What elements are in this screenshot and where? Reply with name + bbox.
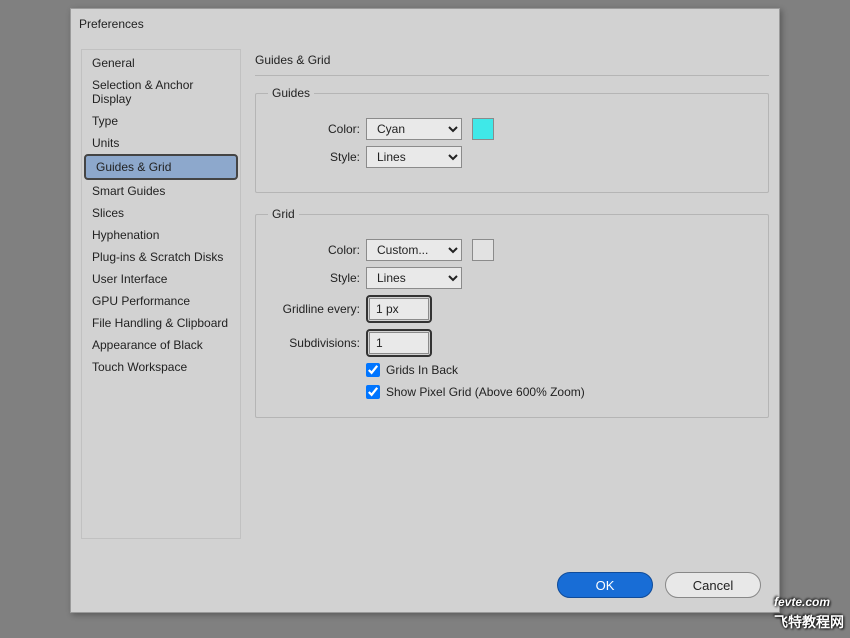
guides-color-swatch[interactable] — [472, 118, 494, 140]
grid-fieldset: Grid Color: Custom... Style: Lines Gridl… — [255, 207, 769, 418]
grid-color-select[interactable]: Custom... — [366, 239, 462, 261]
gridline-every-row: Gridline every: — [268, 295, 756, 323]
show-pixel-grid-label: Show Pixel Grid (Above 600% Zoom) — [386, 385, 585, 399]
gridline-every-highlight — [366, 295, 432, 323]
cancel-button[interactable]: Cancel — [665, 572, 761, 598]
sidebar-item-units[interactable]: Units — [82, 132, 240, 154]
sidebar-item-selection-anchor[interactable]: Selection & Anchor Display — [82, 74, 240, 110]
sidebar-item-slices[interactable]: Slices — [82, 202, 240, 224]
guides-fieldset: Guides Color: Cyan Style: Lines — [255, 86, 769, 193]
category-sidebar: General Selection & Anchor Display Type … — [81, 49, 241, 539]
sidebar-item-type[interactable]: Type — [82, 110, 240, 132]
subdivisions-input[interactable] — [369, 332, 429, 354]
grids-in-back-checkbox[interactable] — [366, 363, 380, 377]
grid-color-swatch[interactable] — [472, 239, 494, 261]
guides-color-select[interactable]: Cyan — [366, 118, 462, 140]
sidebar-item-gpu-performance[interactable]: GPU Performance — [82, 290, 240, 312]
sidebar-item-touch-workspace[interactable]: Touch Workspace — [82, 356, 240, 378]
guides-style-select[interactable]: Lines — [366, 146, 462, 168]
subdivisions-label: Subdivisions: — [268, 336, 360, 350]
subdivisions-row: Subdivisions: — [268, 329, 756, 357]
panel-title: Guides & Grid — [255, 49, 769, 76]
watermark-bottom: 飞特教程网 — [774, 612, 844, 632]
sidebar-item-plugins-scratch[interactable]: Plug-ins & Scratch Disks — [82, 246, 240, 268]
grids-in-back-row: Grids In Back — [366, 363, 756, 377]
dialog-footer: OK Cancel — [557, 572, 761, 598]
grid-color-label: Color: — [268, 243, 360, 257]
grid-style-label: Style: — [268, 271, 360, 285]
watermark-top: fevte.com — [774, 595, 830, 609]
grid-color-row: Color: Custom... — [268, 239, 756, 261]
ok-button[interactable]: OK — [557, 572, 653, 598]
sidebar-item-appearance-black[interactable]: Appearance of Black — [82, 334, 240, 356]
dialog-content: General Selection & Anchor Display Type … — [71, 39, 779, 539]
show-pixel-grid-row: Show Pixel Grid (Above 600% Zoom) — [366, 385, 756, 399]
guides-color-row: Color: Cyan — [268, 118, 756, 140]
show-pixel-grid-checkbox[interactable] — [366, 385, 380, 399]
guides-style-row: Style: Lines — [268, 146, 756, 168]
grid-style-row: Style: Lines — [268, 267, 756, 289]
sidebar-item-hyphenation[interactable]: Hyphenation — [82, 224, 240, 246]
watermark: fevte.com 飞特教程网 — [774, 586, 844, 632]
guides-style-label: Style: — [268, 150, 360, 164]
sidebar-item-general[interactable]: General — [82, 52, 240, 74]
guides-color-label: Color: — [268, 122, 360, 136]
grid-legend: Grid — [268, 207, 299, 221]
subdivisions-highlight — [366, 329, 432, 357]
dialog-title: Preferences — [71, 9, 779, 39]
sidebar-item-guides-grid[interactable]: Guides & Grid — [84, 154, 238, 180]
preferences-dialog: Preferences General Selection & Anchor D… — [70, 8, 780, 613]
sidebar-item-smart-guides[interactable]: Smart Guides — [82, 180, 240, 202]
guides-legend: Guides — [268, 86, 314, 100]
sidebar-item-file-handling-clipboard[interactable]: File Handling & Clipboard — [82, 312, 240, 334]
grids-in-back-label: Grids In Back — [386, 363, 458, 377]
grid-style-select[interactable]: Lines — [366, 267, 462, 289]
sidebar-item-user-interface[interactable]: User Interface — [82, 268, 240, 290]
main-panel: Guides & Grid Guides Color: Cyan Style: … — [241, 49, 769, 539]
gridline-every-input[interactable] — [369, 298, 429, 320]
gridline-every-label: Gridline every: — [268, 302, 360, 316]
